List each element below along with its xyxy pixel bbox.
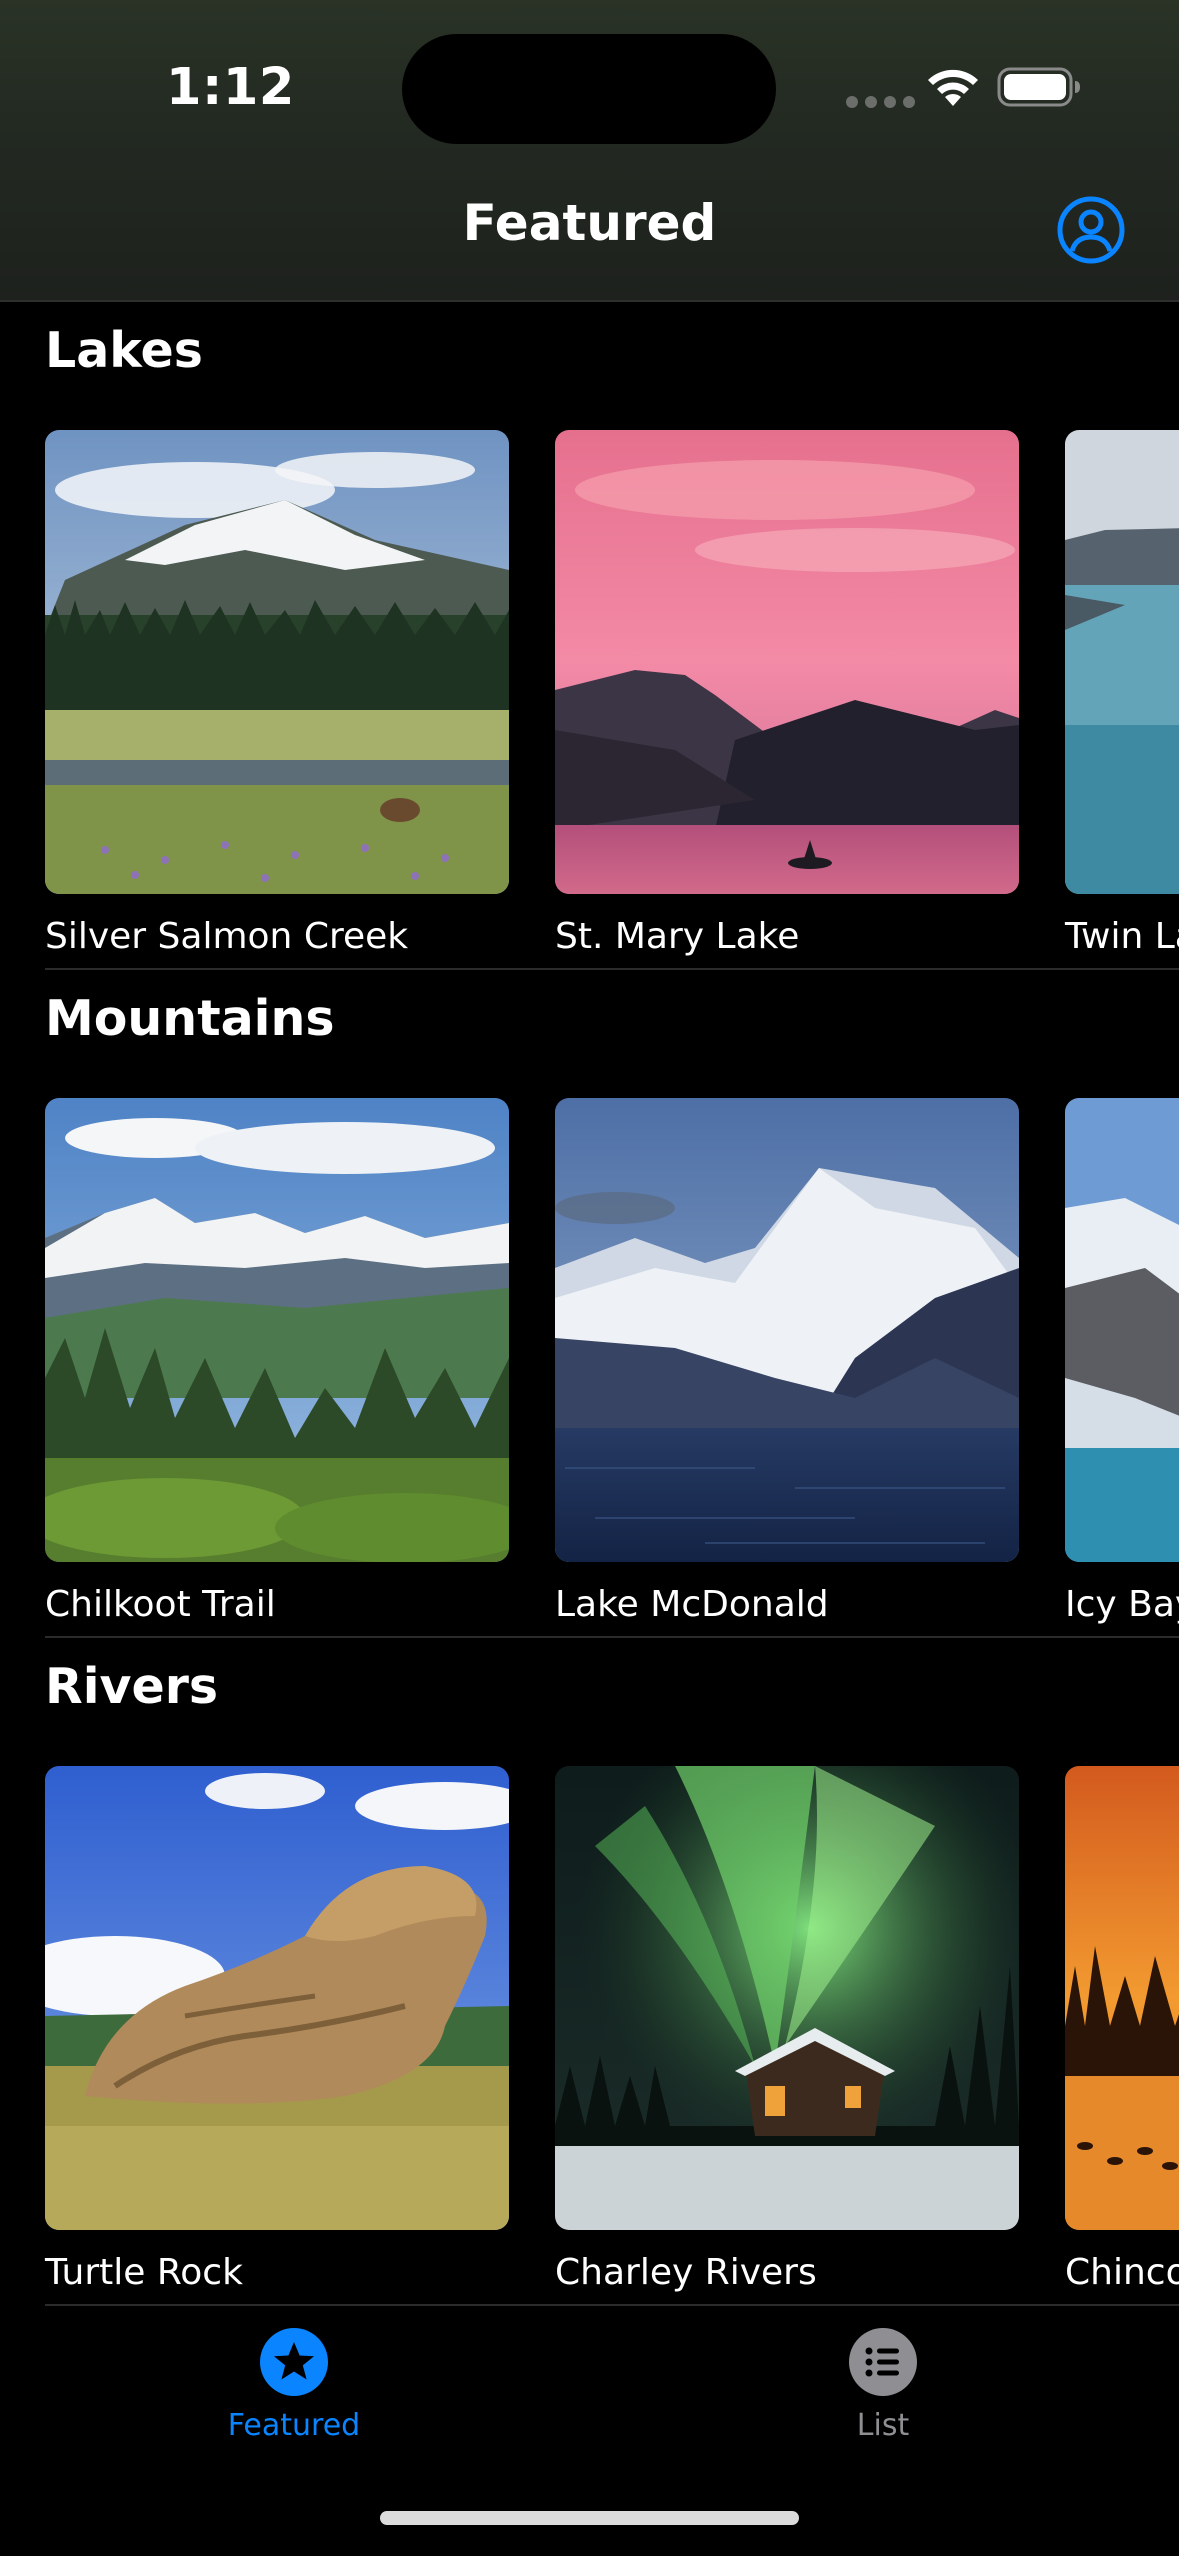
landmark-image (1065, 1766, 1179, 2230)
dynamic-island (402, 34, 776, 144)
tab-list[interactable]: List (733, 2326, 1033, 2443)
landmark-image (45, 1766, 509, 2230)
status-time: 1:12 (166, 58, 295, 117)
featured-content[interactable]: Lakes Silver Salmon Creek St. Mary Lake … (0, 300, 1179, 2306)
landmark-card[interactable]: Charley Rivers (555, 1766, 1019, 2293)
landmark-card[interactable]: Icy Bay (1065, 1098, 1179, 1625)
tab-label: Featured (227, 2408, 361, 2443)
landmark-card[interactable]: Turtle Rock (45, 1766, 509, 2293)
landmark-name: Lake McDonald (555, 1584, 829, 1625)
landmark-image (555, 430, 1019, 894)
section-title: Mountains (45, 990, 335, 1047)
page-title: Featured (462, 194, 717, 252)
navigation-header: 1:12 Featured (0, 0, 1179, 302)
section-mountains: Mountains Chilkoot Trail Lake McDonald I… (0, 968, 1179, 1638)
tab-featured[interactable]: Featured (144, 2326, 444, 2443)
landmark-image (1065, 1098, 1179, 1562)
landmark-image (45, 1098, 509, 1562)
horizontal-scroll-row[interactable]: Silver Salmon Creek St. Mary Lake Twin L (45, 430, 1179, 957)
cellular-signal-icon (846, 96, 915, 108)
section-title: Lakes (45, 322, 203, 379)
landmark-card[interactable]: St. Mary Lake (555, 430, 1019, 957)
section-lakes: Lakes Silver Salmon Creek St. Mary Lake … (0, 300, 1179, 970)
battery-icon (997, 67, 1080, 107)
wifi-icon (928, 69, 978, 106)
landmark-image (555, 1098, 1019, 1562)
profile-button[interactable] (1056, 195, 1126, 265)
horizontal-scroll-row[interactable]: Turtle Rock Charley Rivers Chinco (45, 1766, 1179, 2293)
tab-label: List (856, 2408, 910, 2443)
landmark-name: Chilkoot Trail (45, 1584, 276, 1625)
section-rivers: Rivers Turtle Rock Charley Rivers Chinco (0, 1636, 1179, 2306)
landmark-card[interactable]: Chilkoot Trail (45, 1098, 509, 1625)
landmark-card[interactable]: Silver Salmon Creek (45, 430, 509, 957)
landmark-image (555, 1766, 1019, 2230)
landmark-name: Icy Bay (1065, 1584, 1179, 1625)
landmark-card[interactable]: Lake McDonald (555, 1098, 1019, 1625)
star-circle-icon (260, 2328, 328, 2396)
section-title: Rivers (45, 1658, 219, 1715)
landmark-card[interactable]: Chincoteague (1065, 1766, 1179, 2293)
landmark-name: Chincoteague (1065, 2252, 1179, 2293)
landmark-name: Twin Lake (1065, 916, 1179, 957)
landmark-name: Charley Rivers (555, 2252, 817, 2293)
list-bullet-circle-icon (849, 2328, 917, 2396)
landmark-card[interactable]: Twin Lake (1065, 430, 1179, 957)
home-indicator[interactable] (380, 2511, 799, 2525)
horizontal-scroll-row[interactable]: Chilkoot Trail Lake McDonald Icy Ba (45, 1098, 1179, 1625)
landmark-image (1065, 430, 1179, 894)
landmark-name: St. Mary Lake (555, 916, 800, 957)
landmark-image (45, 430, 509, 894)
landmark-name: Silver Salmon Creek (45, 916, 409, 957)
landmark-name: Turtle Rock (45, 2252, 243, 2293)
